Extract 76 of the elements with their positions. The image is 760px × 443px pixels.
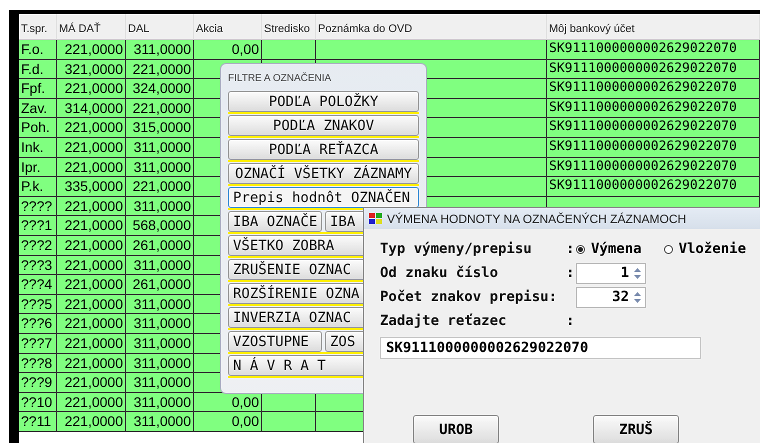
table-cell: ???3: [19, 256, 57, 276]
colon: :: [566, 241, 576, 257]
table-cell: SK9111000000002629022070: [547, 60, 760, 80]
table-cell: ??11: [19, 412, 57, 432]
table-cell: 221,0000: [57, 354, 126, 374]
table-cell: 221,0000: [126, 60, 194, 80]
table-cell: ???5: [19, 294, 57, 314]
table-cell: 311,0000: [126, 392, 194, 412]
table-cell: SK9111000000002629022070: [547, 40, 760, 60]
table-cell: 261,0000: [126, 275, 194, 295]
table-cell: 311,0000: [126, 40, 194, 60]
table-cell: 221,0000: [57, 40, 126, 60]
table-cell: SK9111000000002629022070: [547, 98, 760, 118]
table-cell: F.o.: [19, 40, 57, 60]
table-cell: 0,00: [194, 40, 262, 60]
table-cell: 324,0000: [126, 79, 194, 99]
table-cell: ???9: [19, 373, 57, 393]
table-cell: 315,0000: [126, 118, 194, 138]
table-cell: ???6: [19, 314, 57, 334]
table-cell: 311,0000: [126, 256, 194, 276]
table-cell: Zav.: [19, 98, 57, 118]
table-cell: 311,0000: [126, 412, 194, 432]
panel-title: FILTRE A OZNAČENIA: [228, 73, 332, 85]
table-cell: 221,0000: [57, 118, 126, 138]
table-cell: SK9111000000002629022070: [547, 79, 760, 99]
table-cell: 311,0000: [126, 158, 194, 178]
table-cell: Fpf.: [19, 79, 57, 99]
table-cell: 221,0000: [57, 334, 126, 354]
table-cell: ???4: [19, 275, 57, 295]
table-cell: 221,0000: [57, 373, 126, 393]
table-cell: 311,0000: [126, 354, 194, 374]
table-cell: 311,0000: [126, 373, 194, 393]
table-cell: ???7: [19, 334, 57, 354]
table-cell: 221,0000: [57, 392, 126, 412]
table-cell: 221,0000: [57, 138, 126, 158]
table-cell: 0,00: [194, 412, 262, 432]
table-cell: Ink.: [19, 138, 57, 158]
table-cell: 221,0000: [57, 236, 126, 256]
table-cell: 221,0000: [57, 412, 126, 432]
colon: :: [566, 313, 576, 329]
table-cell: 221,0000: [126, 177, 194, 197]
table-cell: 261,0000: [126, 236, 194, 256]
table-cell: 221,0000: [57, 158, 126, 178]
table-cell: SK9111000000002629022070: [547, 158, 760, 178]
table-cell: 0,00: [194, 392, 262, 412]
table-cell: P.k.: [19, 177, 57, 197]
table-cell: Ipr.: [19, 158, 57, 178]
table-cell: 314,0000: [57, 98, 126, 118]
table-cell: 221,0000: [126, 98, 194, 118]
table-cell: 221,0000: [57, 256, 126, 276]
table-cell: 311,0000: [126, 314, 194, 334]
table-cell: ????: [19, 196, 57, 216]
table-cell: ???8: [19, 354, 57, 374]
table-cell: 311,0000: [126, 138, 194, 158]
colon: :: [566, 265, 576, 281]
table-cell: 311,0000: [126, 294, 194, 314]
table-cell: 321,0000: [57, 60, 126, 80]
table-cell: SK9111000000002629022070: [547, 118, 760, 138]
table-cell: 568,0000: [126, 216, 194, 236]
table-cell: 221,0000: [57, 196, 126, 216]
table-cell: ???1: [19, 216, 57, 236]
table-cell: 311,0000: [126, 196, 194, 216]
table-cell: 221,0000: [57, 314, 126, 334]
table-cell: SK9111000000002629022070: [547, 138, 760, 158]
table-cell: SK9111000000002629022070: [547, 177, 760, 197]
table-cell: 221,0000: [57, 275, 126, 295]
table-cell: ???2: [19, 236, 57, 256]
table-cell: ??10: [19, 392, 57, 412]
table-cell: 311,0000: [126, 334, 194, 354]
dialog-title: VÝMENA HODNOTY NA OZNAČENÝCH ZÁZNAMOCH: [387, 212, 686, 226]
table-cell: 221,0000: [57, 294, 126, 314]
table-cell: 335,0000: [57, 177, 126, 197]
table-cell: Poh.: [19, 118, 57, 138]
table-cell: F.d.: [19, 60, 57, 80]
table-cell: 221,0000: [57, 79, 126, 99]
table-cell: 221,0000: [57, 216, 126, 236]
